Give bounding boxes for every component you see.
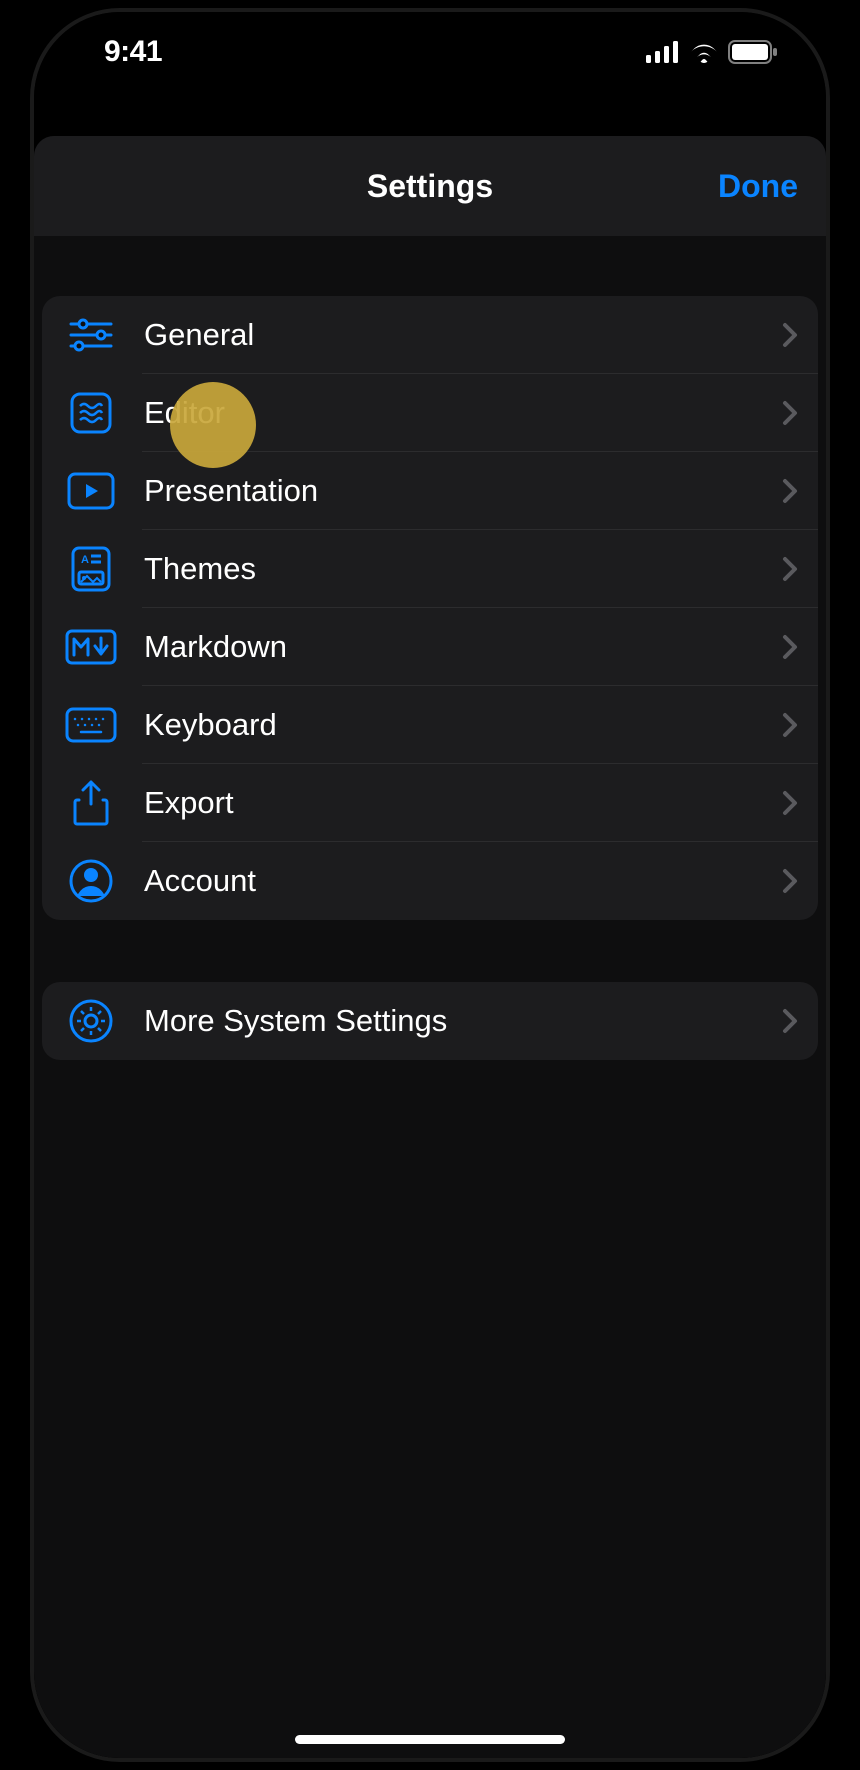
settings-sheet: Settings Done General bbox=[34, 136, 826, 1758]
markdown-icon bbox=[64, 620, 118, 674]
editor-icon bbox=[64, 386, 118, 440]
row-label: Themes bbox=[144, 551, 782, 587]
row-label: Keyboard bbox=[144, 707, 782, 743]
row-themes[interactable]: A Themes bbox=[42, 530, 818, 608]
row-label: Account bbox=[144, 863, 782, 899]
settings-content[interactable]: General Editor bbox=[34, 236, 826, 1758]
row-general[interactable]: General bbox=[42, 296, 818, 374]
status-bar: 9:41 bbox=[34, 12, 826, 66]
cellular-icon bbox=[646, 41, 680, 63]
chevron-right-icon bbox=[782, 322, 798, 348]
sliders-icon bbox=[64, 308, 118, 362]
nav-title: Settings bbox=[367, 168, 493, 205]
row-more-system-settings[interactable]: More System Settings bbox=[42, 982, 818, 1060]
row-label: Editor bbox=[144, 395, 782, 431]
status-icons bbox=[646, 40, 778, 64]
play-icon bbox=[64, 464, 118, 518]
chevron-right-icon bbox=[782, 556, 798, 582]
svg-text:A: A bbox=[81, 554, 89, 566]
gear-icon bbox=[64, 994, 118, 1048]
row-label: Export bbox=[144, 785, 782, 821]
row-label: More System Settings bbox=[144, 1003, 782, 1039]
export-icon bbox=[64, 776, 118, 830]
chevron-right-icon bbox=[782, 634, 798, 660]
themes-icon: A bbox=[64, 542, 118, 596]
chevron-right-icon bbox=[782, 478, 798, 504]
chevron-right-icon bbox=[782, 790, 798, 816]
screen: 9:41 Settings Done bbox=[34, 12, 826, 1758]
wifi-icon bbox=[688, 41, 720, 63]
row-label: Presentation bbox=[144, 473, 782, 509]
home-indicator[interactable] bbox=[295, 1735, 565, 1744]
row-markdown[interactable]: Markdown bbox=[42, 608, 818, 686]
chevron-right-icon bbox=[782, 868, 798, 894]
nav-bar: Settings Done bbox=[34, 136, 826, 236]
status-time: 9:41 bbox=[104, 35, 162, 69]
chevron-right-icon bbox=[782, 712, 798, 738]
row-presentation[interactable]: Presentation bbox=[42, 452, 818, 530]
chevron-right-icon bbox=[782, 1008, 798, 1034]
done-button[interactable]: Done bbox=[718, 168, 798, 205]
row-editor[interactable]: Editor bbox=[42, 374, 818, 452]
account-icon bbox=[64, 854, 118, 908]
battery-icon bbox=[728, 40, 778, 64]
settings-group-system: More System Settings bbox=[42, 982, 818, 1060]
row-label: General bbox=[144, 317, 782, 353]
chevron-right-icon bbox=[782, 400, 798, 426]
row-account[interactable]: Account bbox=[42, 842, 818, 920]
row-label: Markdown bbox=[144, 629, 782, 665]
device-frame: 9:41 Settings Done bbox=[30, 8, 830, 1762]
settings-group-main: General Editor bbox=[42, 296, 818, 920]
row-export[interactable]: Export bbox=[42, 764, 818, 842]
row-keyboard[interactable]: Keyboard bbox=[42, 686, 818, 764]
keyboard-icon bbox=[64, 698, 118, 752]
